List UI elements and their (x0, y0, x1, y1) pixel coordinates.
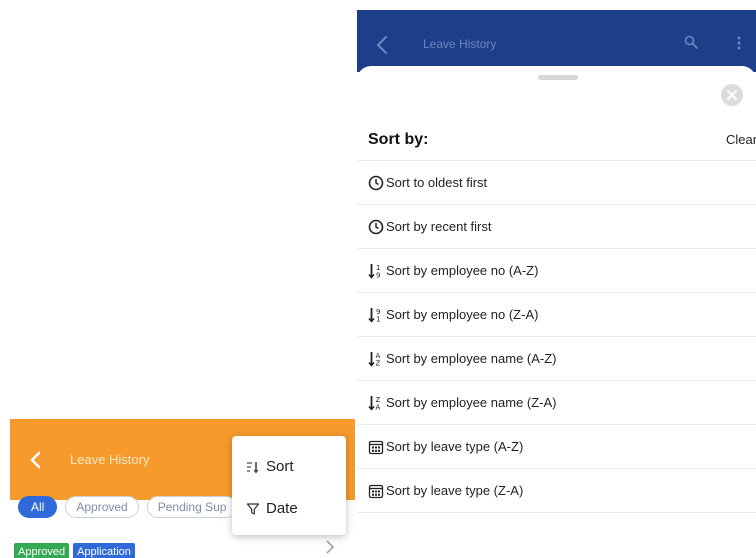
sort-option-label: Sort by leave type (Z-A) (386, 483, 524, 498)
clock-icon (368, 219, 384, 235)
sort-option-leave-type-desc[interactable]: Sort by leave type (Z-A) (357, 469, 756, 513)
more-vertical-icon[interactable] (737, 36, 741, 50)
menu-item-date-label: Date (266, 500, 298, 517)
sort-header: Sort by: Clear (357, 126, 756, 161)
sort-option-label: Sort to oldest first (386, 175, 488, 190)
sort-option-label: Sort by employee no (Z-A) (386, 307, 539, 322)
sort-option-oldest[interactable]: Sort to oldest first (357, 161, 756, 205)
back-icon[interactable] (375, 35, 389, 55)
sort-option-label: Sort by leave type (A-Z) (386, 439, 524, 454)
svg-text:9: 9 (376, 272, 380, 280)
sort-filter-menu: Sort Date (232, 436, 346, 535)
svg-text:1: 1 (376, 316, 380, 324)
sort-numeric-desc-icon: 9 1 (368, 308, 380, 324)
type-badge-application: Application (73, 543, 135, 558)
sort-alpha-asc-icon: A Z (368, 352, 381, 368)
calendar-icon (368, 484, 384, 499)
sort-option-leave-type-asc[interactable]: Sort by leave type (A-Z) (357, 425, 756, 469)
clock-icon (368, 175, 384, 191)
clear-button[interactable]: Clear (726, 132, 756, 147)
svg-text:Z: Z (376, 360, 381, 368)
menu-item-date[interactable]: Date (246, 500, 298, 517)
close-icon[interactable] (721, 84, 743, 106)
sort-option-label: Sort by employee no (A-Z) (386, 263, 539, 278)
drag-handle[interactable] (538, 75, 578, 80)
sort-option-employee-no-asc[interactable]: 1 9 Sort by employee no (A-Z) (357, 249, 756, 293)
sort-option-label: Sort by recent first (386, 219, 492, 234)
chevron-right-icon[interactable] (324, 539, 336, 555)
filter-icon (246, 502, 260, 515)
menu-item-sort[interactable]: Sort (246, 458, 294, 475)
filter-chips: All Approved Pending Sup (18, 496, 238, 518)
sort-option-label: Sort by employee name (A-Z) (386, 351, 557, 366)
sort-numeric-asc-icon: 1 9 (368, 264, 380, 280)
page-title: Leave History (70, 452, 150, 467)
sort-icon (247, 461, 259, 473)
svg-text:A: A (376, 404, 381, 412)
menu-item-sort-label: Sort (266, 458, 294, 475)
sort-alpha-desc-icon: Z A (368, 396, 381, 412)
sort-option-label: Sort by employee name (Z-A) (386, 395, 557, 410)
filter-chip-pending[interactable]: Pending Sup (146, 496, 238, 518)
sort-title: Sort by: (368, 131, 429, 148)
sort-option-employee-name-asc[interactable]: A Z Sort by employee name (A-Z) (357, 337, 756, 381)
filter-chip-all[interactable]: All (18, 496, 58, 518)
calendar-icon (368, 440, 384, 455)
status-badge-approved: Approved (14, 543, 70, 558)
sort-option-recent[interactable]: Sort by recent first (357, 205, 756, 249)
sort-option-employee-no-desc[interactable]: 9 1 Sort by employee no (Z-A) (357, 293, 756, 337)
sort-bottom-sheet: Sort by: Clear Sort to oldest first Sort… (357, 66, 756, 558)
list-item-badges: Approved Application (14, 543, 135, 558)
sort-option-employee-name-desc[interactable]: Z A Sort by employee name (Z-A) (357, 381, 756, 425)
right-screen: Leave History Sort by: Clear Sort to old… (357, 0, 756, 558)
page-title: Leave History (423, 37, 497, 51)
search-icon[interactable] (684, 35, 698, 49)
app-header: Leave History (357, 10, 756, 72)
back-icon[interactable] (26, 450, 46, 470)
filter-chip-approved[interactable]: Approved (65, 496, 139, 518)
